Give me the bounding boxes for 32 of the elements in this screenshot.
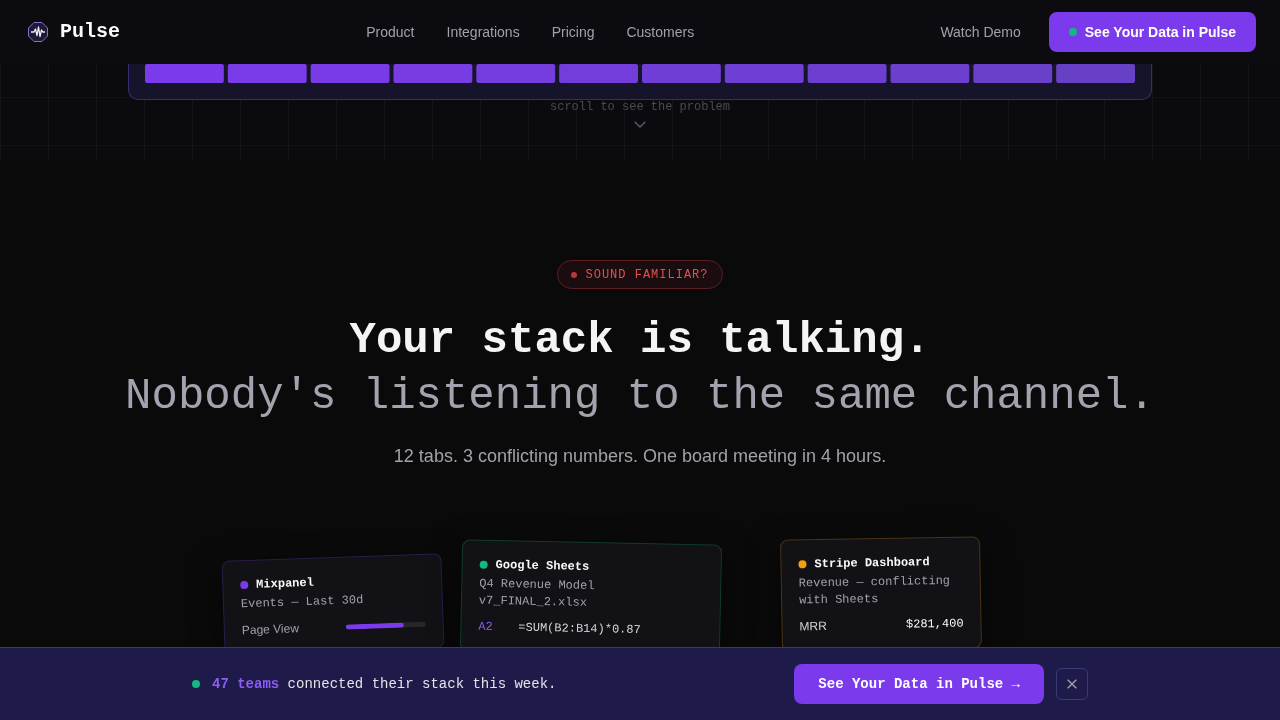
formula-text: =SUM(B2:B14)*0.87 (518, 619, 641, 639)
nav-link[interactable]: Product (366, 22, 415, 42)
status-dot-icon (1068, 28, 1077, 36)
nav-link[interactable]: Integrations (446, 22, 520, 42)
metric-label: MRR (799, 617, 827, 635)
eyebrow-tag: SOUND FAMILIAR? (557, 260, 723, 289)
card-title: Mixpanel (256, 574, 315, 593)
subheadline: Nobody's listening to the same channel. (124, 370, 1156, 423)
live-dot-icon (192, 680, 200, 688)
nav-link[interactable]: Customers (626, 22, 695, 42)
close-button[interactable] (1056, 668, 1088, 700)
row-label: Page View (241, 620, 300, 639)
watch-demo-link[interactable]: Watch Demo (940, 22, 1021, 42)
metric-value: $281,400 (905, 615, 964, 633)
waveform-logo-icon (28, 22, 48, 42)
scroll-hint: scroll to see the problem (549, 100, 731, 114)
card-title: Google Sheets (495, 557, 590, 575)
card-subtitle: Q4 Revenue Model v7_FINAL_2.xlsx (478, 575, 596, 612)
cta-button[interactable]: See Your Data in Pulse (1048, 12, 1256, 52)
signup-message: 47 teams connected their stack this week. (212, 675, 557, 694)
cta-button[interactable]: See Your Data in Pulse → (794, 664, 1044, 704)
card-subtitle: Events — Last 30d (240, 591, 365, 614)
subtitle-text: 12 tabs. 3 conflicting numbers. One board meeting in 4 hours. (392, 445, 888, 468)
brand-name[interactable]: Pulse (60, 20, 120, 44)
chevron-down-icon (634, 121, 646, 128)
card-subtitle: Revenue — conflicting with Sheets (798, 572, 952, 610)
nav-link[interactable]: Pricing (551, 22, 595, 42)
cell-reference: A2 (478, 618, 494, 636)
headline: Your stack is talking. (348, 314, 932, 367)
dot-icon (571, 271, 578, 278)
card-title: Stripe Dashboard (814, 554, 930, 573)
close-icon (1067, 679, 1077, 689)
